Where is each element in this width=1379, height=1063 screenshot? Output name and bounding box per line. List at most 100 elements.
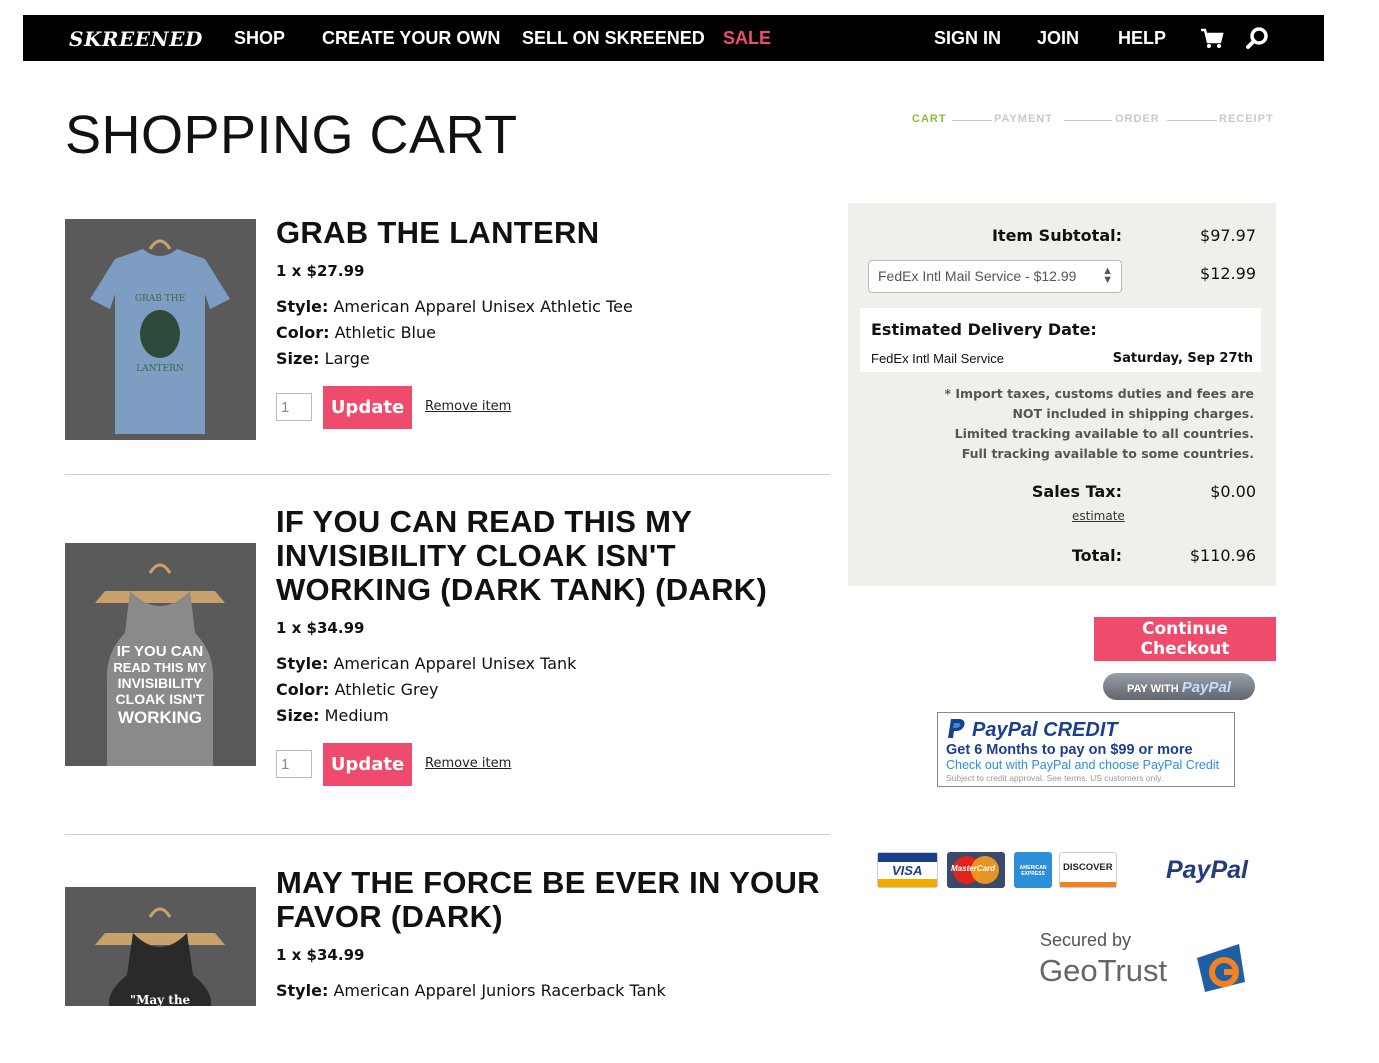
item-attributes: Style: American Apparel Juniors Racerbac…: [276, 978, 830, 1004]
item-details: IF YOU CAN READ THIS MY INVISIBILITY CLO…: [276, 505, 836, 787]
delivery-service: FedEx Intl Mail Service: [871, 351, 1004, 366]
paywith-brand: PayPal: [1181, 679, 1232, 696]
color-value: Athletic Blue: [334, 323, 436, 342]
geotrust-logo-text: GeoTrust: [1039, 953, 1168, 988]
checkout-progress: CART PAYMENT ORDER RECEIPT: [912, 113, 1276, 129]
item-divider: [65, 474, 830, 475]
size-label: Size:: [276, 349, 320, 368]
shipping-note-line: NOT included in shipping charges.: [1012, 406, 1254, 421]
tank-print-text: READ THIS MY: [113, 660, 207, 675]
product-image[interactable]: IF YOU CAN READ THIS MY INVISIBILITY CLO…: [65, 543, 256, 766]
tank-print-text: WORKING: [118, 708, 202, 727]
nav-sign-in[interactable]: SIGN IN: [934, 28, 1001, 49]
nav-create-your-own[interactable]: CREATE YOUR OWN: [322, 28, 500, 49]
tax-label: Sales Tax:: [1031, 482, 1122, 501]
delivery-title: Estimated Delivery Date:: [871, 320, 1097, 339]
item-actions: Update Remove item: [276, 743, 836, 787]
paypal-credit-offer: Get 6 Months to pay on $99 or more: [946, 742, 1193, 758]
item-title[interactable]: IF YOU CAN READ THIS MY INVISIBILITY CLO…: [276, 505, 836, 607]
product-image[interactable]: "May the: [65, 887, 256, 1006]
shipping-select[interactable]: FedEx Intl Mail Service - $12.99 ▲ ▼: [868, 260, 1122, 293]
nav-help[interactable]: HELP: [1118, 28, 1166, 49]
item-title[interactable]: GRAB THE LANTERN: [276, 216, 836, 250]
shipping-note-line: Limited tracking available to all countr…: [954, 426, 1254, 441]
step-receipt: RECEIPT: [1219, 113, 1274, 125]
tax-value: $0.00: [1210, 482, 1256, 501]
step-connector: [952, 120, 992, 121]
step-order: ORDER: [1115, 113, 1160, 125]
remove-item-link[interactable]: Remove item: [425, 756, 511, 771]
page-title: SHOPPING CART: [65, 105, 518, 165]
item-price: 1 x $27.99: [276, 262, 365, 280]
nav-sell-on-skreened[interactable]: SELL ON SKREENED: [522, 28, 705, 49]
subtotal-value: $97.97: [1200, 226, 1256, 245]
order-summary: Item Subtotal: $97.97 FedEx Intl Mail Se…: [848, 203, 1276, 586]
item-title[interactable]: MAY THE FORCE BE EVER IN YOUR FAVOR (DAR…: [276, 866, 830, 934]
delivery-estimate: Estimated Delivery Date: FedEx Intl Mail…: [860, 308, 1261, 372]
tank-print-text: IF YOU CAN: [117, 643, 203, 660]
nav-shop[interactable]: SHOP: [234, 28, 285, 49]
item-divider: [65, 834, 830, 835]
step-cart: CART: [912, 113, 947, 125]
geotrust-icon: [1197, 944, 1245, 992]
update-button[interactable]: Update: [323, 743, 412, 786]
cart-icon[interactable]: [1199, 25, 1225, 51]
size-value: Large: [324, 349, 370, 368]
item-attributes: Style: American Apparel Unisex Athletic …: [276, 294, 836, 372]
estimate-tax-link[interactable]: estimate: [1072, 509, 1125, 523]
step-connector: [1167, 120, 1217, 121]
style-value: American Apparel Unisex Tank: [333, 654, 577, 673]
top-navigation: SKREENED SHOP CREATE YOUR OWN SELL ON SK…: [23, 15, 1324, 61]
amex-logo: AMERICAN EXPRESS: [1014, 852, 1052, 888]
shipping-notes: * Import taxes, customs duties and fees …: [874, 384, 1255, 464]
item-details: MAY THE FORCE BE EVER IN YOUR FAVOR (DAR…: [276, 866, 830, 1004]
nav-join[interactable]: JOIN: [1037, 28, 1079, 49]
site-logo[interactable]: SKREENED: [69, 27, 203, 51]
tank-image: IF YOU CAN READ THIS MY INVISIBILITY CLO…: [65, 543, 256, 766]
mastercard-logo: MasterCard: [947, 852, 1005, 888]
shipping-selected-option: FedEx Intl Mail Service - $12.99: [878, 268, 1077, 284]
discover-logo: DISCOVER: [1059, 852, 1117, 888]
shipping-note-line: * Import taxes, customs duties and fees …: [944, 386, 1255, 401]
shipping-note-line: Full tracking available to some countrie…: [961, 446, 1254, 461]
tshirt-image: GRAB THE LANTERN: [65, 219, 256, 440]
remove-item-link[interactable]: Remove item: [425, 399, 511, 414]
shirt-print-text: GRAB THE: [135, 294, 185, 304]
search-icon[interactable]: [1245, 25, 1271, 51]
paypal-credit-instructions: Check out with PayPal and choose PayPal …: [946, 758, 1220, 772]
paypal-logo: PayPal: [1166, 856, 1249, 884]
paypal-credit-banner[interactable]: PayPal CREDIT Get 6 Months to pay on $99…: [937, 712, 1235, 787]
paypal-p-icon: [948, 719, 965, 738]
cart-item: "May the MAY THE FORCE BE EVER IN YOUR F…: [65, 866, 830, 1006]
color-label: Color:: [276, 323, 330, 342]
total-label: Total:: [1071, 546, 1122, 565]
subtotal-label: Item Subtotal:: [991, 226, 1122, 245]
size-label: Size:: [276, 706, 320, 725]
paypal-credit-title: PayPal CREDIT: [972, 719, 1118, 741]
item-actions: Update Remove item: [276, 386, 836, 430]
continue-checkout-button[interactable]: Continue Checkout: [1094, 617, 1276, 661]
paywith-prefix: PAY WITH: [1126, 683, 1179, 695]
color-value: Athletic Grey: [334, 680, 439, 699]
pay-with-paypal-button[interactable]: PAY WITH PayPal: [1103, 673, 1255, 700]
shipping-cost: $12.99: [1200, 264, 1256, 283]
shirt-print-text: LANTERN: [136, 364, 184, 374]
quantity-input[interactable]: [276, 750, 312, 778]
update-button[interactable]: Update: [323, 386, 412, 429]
item-price: 1 x $34.99: [276, 619, 365, 637]
nav-sale[interactable]: SALE: [723, 28, 771, 49]
mastercard-text: MasterCard: [951, 864, 996, 873]
discover-text: DISCOVER: [1063, 862, 1113, 873]
style-label: Style:: [276, 297, 329, 316]
quantity-input[interactable]: [276, 393, 312, 421]
tank-print-text: CLOAK ISN'T: [116, 691, 205, 707]
product-image[interactable]: GRAB THE LANTERN: [65, 219, 256, 440]
item-price: 1 x $34.99: [276, 946, 365, 964]
step-payment: PAYMENT: [994, 113, 1053, 125]
delivery-date: Saturday, Sep 27th: [1112, 351, 1253, 366]
paypal-credit-terms: Subject to credit approval. See terms. U…: [946, 773, 1164, 783]
visa-logo: VISA: [877, 852, 938, 888]
style-label: Style:: [276, 981, 329, 1000]
item-details: GRAB THE LANTERN 1 x $27.99 Style: Ameri…: [276, 216, 836, 430]
style-value: American Apparel Unisex Athletic Tee: [333, 297, 633, 316]
